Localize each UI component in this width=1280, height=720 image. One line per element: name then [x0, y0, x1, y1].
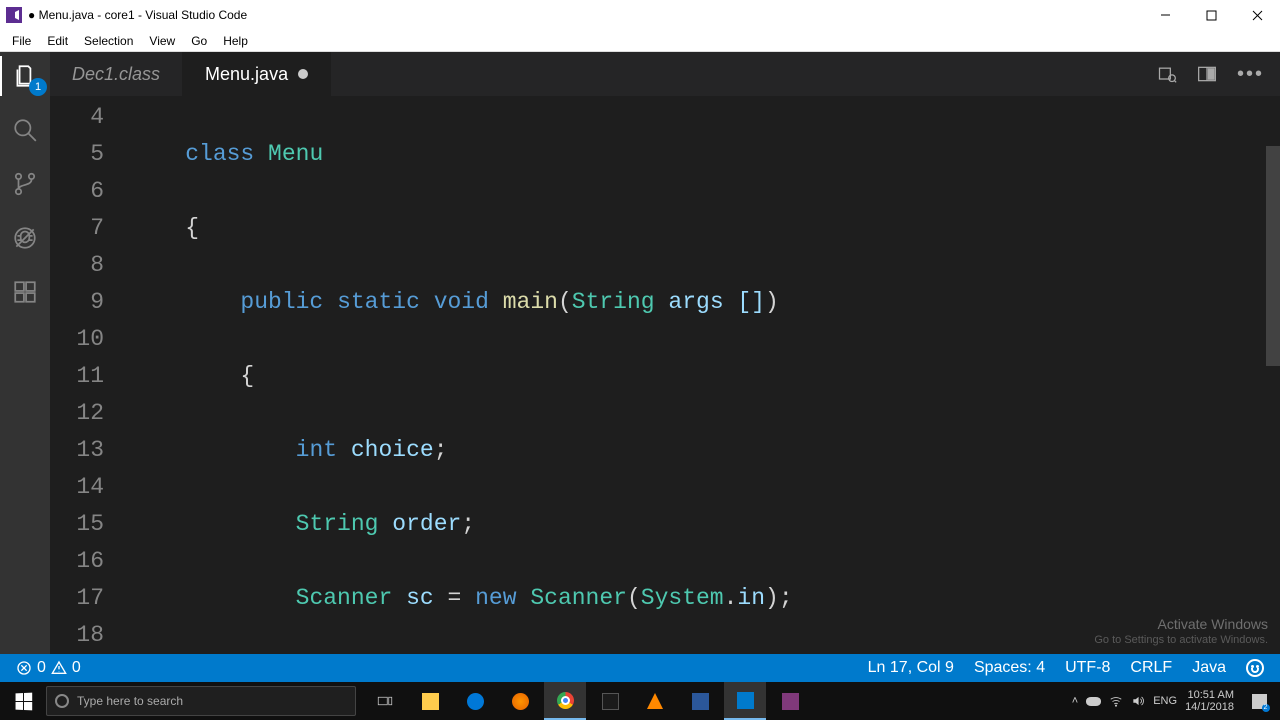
- editor-scrollbar[interactable]: [1266, 96, 1280, 654]
- tab-dec1-class[interactable]: Dec1.class: [50, 52, 183, 96]
- tray-overflow-icon[interactable]: ˄: [1072, 695, 1078, 707]
- search-placeholder: Type here to search: [77, 694, 183, 708]
- tab-label: Dec1.class: [72, 64, 160, 85]
- taskbar-app-vlc[interactable]: [634, 682, 676, 720]
- status-eol[interactable]: CRLF: [1124, 659, 1178, 677]
- menu-view[interactable]: View: [141, 32, 183, 50]
- taskbar-app-vscode[interactable]: [724, 682, 766, 720]
- tab-menu-java[interactable]: Menu.java: [183, 52, 331, 96]
- minimize-button[interactable]: [1142, 0, 1188, 30]
- activity-debug[interactable]: [9, 222, 41, 254]
- activity-explorer[interactable]: 1: [9, 60, 41, 92]
- branch-icon: [12, 171, 38, 197]
- window-title: ● Menu.java - core1 - Visual Studio Code: [28, 8, 247, 22]
- wifi-icon[interactable]: [1109, 694, 1123, 708]
- volume-icon[interactable]: [1131, 694, 1145, 708]
- extensions-icon: [12, 279, 38, 305]
- more-actions-icon[interactable]: •••: [1237, 63, 1264, 86]
- split-editor-icon[interactable]: [1197, 64, 1217, 84]
- compare-icon[interactable]: [1157, 64, 1177, 84]
- action-center-button[interactable]: 2: [1242, 694, 1276, 709]
- close-button[interactable]: [1234, 0, 1280, 30]
- activity-bar: 1: [0, 52, 50, 654]
- tab-bar: Dec1.class Menu.java •••: [50, 52, 1280, 96]
- scrollbar-thumb[interactable]: [1266, 146, 1280, 366]
- search-icon: [12, 117, 38, 143]
- code-content[interactable]: class Menu { public static void main(Str…: [130, 96, 1280, 654]
- menu-go[interactable]: Go: [183, 32, 215, 50]
- cortana-icon: [55, 694, 69, 708]
- menu-selection[interactable]: Selection: [76, 32, 141, 50]
- status-language[interactable]: Java: [1186, 659, 1232, 677]
- status-encoding[interactable]: UTF-8: [1059, 659, 1116, 677]
- taskbar-app-onenote[interactable]: [769, 682, 811, 720]
- taskbar-app-word[interactable]: [679, 682, 721, 720]
- menu-help[interactable]: Help: [215, 32, 256, 50]
- tab-label: Menu.java: [205, 64, 288, 85]
- windows-taskbar: Type here to search ˄ ENG 10:51 AM 14/1/…: [0, 682, 1280, 720]
- taskbar-app-store[interactable]: [589, 682, 631, 720]
- taskbar-app-firefox[interactable]: [499, 682, 541, 720]
- taskbar-search[interactable]: Type here to search: [46, 686, 356, 716]
- menubar: File Edit Selection View Go Help: [0, 30, 1280, 52]
- menu-file[interactable]: File: [4, 32, 39, 50]
- error-icon: [16, 660, 32, 676]
- status-bar: 0 0 Ln 17, Col 9 Spaces: 4 UTF-8 CRLF Ja…: [0, 654, 1280, 682]
- status-feedback[interactable]: [1240, 659, 1270, 677]
- tray-language[interactable]: ENG: [1153, 695, 1177, 707]
- activity-extensions[interactable]: [9, 276, 41, 308]
- notification-icon: 2: [1252, 694, 1267, 709]
- tray-clock[interactable]: 10:51 AM 14/1/2018: [1185, 689, 1234, 713]
- bug-slash-icon: [12, 225, 38, 251]
- smile-icon: [1246, 659, 1264, 677]
- status-indentation[interactable]: Spaces: 4: [968, 659, 1051, 677]
- vscode-logo-icon: [6, 7, 22, 23]
- titlebar: ● Menu.java - core1 - Visual Studio Code: [0, 0, 1280, 30]
- task-view-button[interactable]: [364, 682, 406, 720]
- activity-scm[interactable]: [9, 168, 41, 200]
- status-problems[interactable]: 0 0: [10, 659, 87, 677]
- taskbar-app-explorer[interactable]: [409, 682, 451, 720]
- windows-logo-icon: [15, 692, 32, 710]
- onedrive-icon[interactable]: [1086, 697, 1101, 706]
- line-number-gutter: 456789101112131415161718: [50, 96, 130, 654]
- taskbar-app-chrome[interactable]: [544, 682, 586, 720]
- explorer-badge: 1: [29, 78, 47, 96]
- maximize-button[interactable]: [1188, 0, 1234, 30]
- status-cursor-position[interactable]: Ln 17, Col 9: [862, 659, 960, 677]
- warning-icon: [51, 660, 67, 676]
- taskbar-app-edge[interactable]: [454, 682, 496, 720]
- editor-group: Dec1.class Menu.java ••• 456789101112131…: [50, 52, 1280, 654]
- code-editor[interactable]: 456789101112131415161718 class Menu { pu…: [50, 96, 1280, 654]
- menu-edit[interactable]: Edit: [39, 32, 76, 50]
- activity-search[interactable]: [9, 114, 41, 146]
- start-button[interactable]: [0, 682, 46, 720]
- system-tray: ˄ ENG 10:51 AM 14/1/2018 2: [1072, 689, 1280, 713]
- modified-dot-icon: [298, 69, 308, 79]
